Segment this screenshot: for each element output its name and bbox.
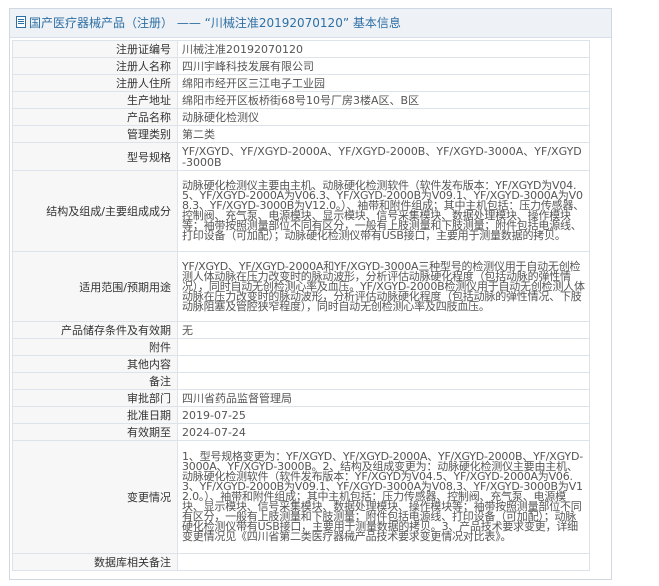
table-row: 产品储存条件及有效期无 <box>12 321 590 339</box>
panel-header: 国产医疗器械产品（注册） —— “川械注准20192070120” 基本信息 <box>10 9 611 38</box>
table-row: 生产地址 绵阳市经开区板桥街68号10号厂房3楼A区、B区 <box>12 91 590 109</box>
document-icon <box>16 16 26 28</box>
page-title: 国产医疗器械产品（注册） —— “川械注准20192070120” 基本信息 <box>29 16 401 30</box>
field-label: 适用范围/预期用途 <box>12 251 178 322</box>
field-value: 动脉硬化检测仪 <box>177 108 590 126</box>
field-value: 川械注准20192070120 <box>177 40 590 58</box>
table-row: 备注 <box>12 372 590 390</box>
field-value: 四川宇峰科技发展有限公司 <box>177 57 590 75</box>
field-label: 批准日期 <box>12 406 178 424</box>
field-label: 结构及组成/主要组成成分 <box>12 170 178 252</box>
table-row: 数据库相关备注 <box>12 553 590 571</box>
table-row: 型号规格 YF/XGYD、YF/XGYD-2000A、YF/XGYD-2000B、… <box>12 142 590 171</box>
field-label: 生产地址 <box>12 91 178 109</box>
field-label: 注册证编号 <box>12 40 178 58</box>
field-value: 动脉硬化检测仪主要由主机、动脉硬化检测软件（软件发布版本：YF/XGYD为V04… <box>177 170 590 252</box>
field-value: 四川省药品监督管理局 <box>177 389 590 407</box>
table-row: 其他内容 <box>12 355 590 373</box>
field-value <box>177 338 590 356</box>
field-value: 无 <box>177 321 590 339</box>
field-label: 注册人住所 <box>12 74 178 92</box>
field-label: 产品名称 <box>12 108 178 126</box>
table-row: 注册人名称 四川宇峰科技发展有限公司 <box>12 57 590 75</box>
table-row: 批准日期 2019-07-25 <box>12 406 590 424</box>
table-row: 附件 <box>12 338 590 356</box>
field-label: 审批部门 <box>12 389 178 407</box>
field-value: 2024-07-24 <box>177 423 590 441</box>
table-row: 注册人住所 绵阳市经开区三江电子工业园 <box>12 74 590 92</box>
field-value: 绵阳市经开区三江电子工业园 <box>177 74 590 92</box>
field-value <box>177 553 590 571</box>
field-value: YF/XGYD、YF/XGYD-2000A、YF/XGYD-2000B、YF/X… <box>177 142 590 171</box>
table-row: 产品名称 动脉硬化检测仪 <box>12 108 590 126</box>
table-row: 结构及组成/主要组成成分 动脉硬化检测仪主要由主机、动脉硬化检测软件（软件发布版本… <box>12 170 590 252</box>
field-label: 附件 <box>12 338 178 356</box>
table-row: 变更情况 1、型号规格变更为：YF/XGYD、YF/XGYD-2000A、YF/X… <box>12 440 590 554</box>
field-value: YF/XGYD、YF/XGYD-2000A和YF/XGYD-3000A三种型号的… <box>177 251 590 322</box>
field-label: 型号规格 <box>12 142 178 171</box>
table-row: 审批部门 四川省药品监督管理局 <box>12 389 590 407</box>
field-label: 数据库相关备注 <box>12 553 178 571</box>
field-label: 变更情况 <box>12 440 178 554</box>
field-value: 绵阳市经开区板桥街68号10号厂房3楼A区、B区 <box>177 91 590 109</box>
field-label: 注册人名称 <box>12 57 178 75</box>
field-label: 备注 <box>12 372 178 390</box>
field-value: 1、型号规格变更为：YF/XGYD、YF/XGYD-2000A、YF/XGYD-… <box>177 440 590 554</box>
field-label: 有效期至 <box>12 423 178 441</box>
table-row: 注册证编号 川械注准20192070120 <box>12 40 590 58</box>
field-label: 产品储存条件及有效期 <box>12 321 178 339</box>
info-table: 注册证编号 川械注准20192070120 注册人名称 四川宇峰科技发展有限公司 注… <box>12 40 590 571</box>
table-row: 有效期至 2024-07-24 <box>12 423 590 441</box>
field-label: 管理类别 <box>12 125 178 143</box>
table-row: 适用范围/预期用途 YF/XGYD、YF/XGYD-2000A和YF/XGYD-3… <box>12 251 590 322</box>
field-value <box>177 372 590 390</box>
field-label: 其他内容 <box>12 355 178 373</box>
field-value <box>177 355 590 373</box>
field-value: 第二类 <box>177 125 590 143</box>
table-row: 管理类别 第二类 <box>12 125 590 143</box>
field-value: 2019-07-25 <box>177 406 590 424</box>
